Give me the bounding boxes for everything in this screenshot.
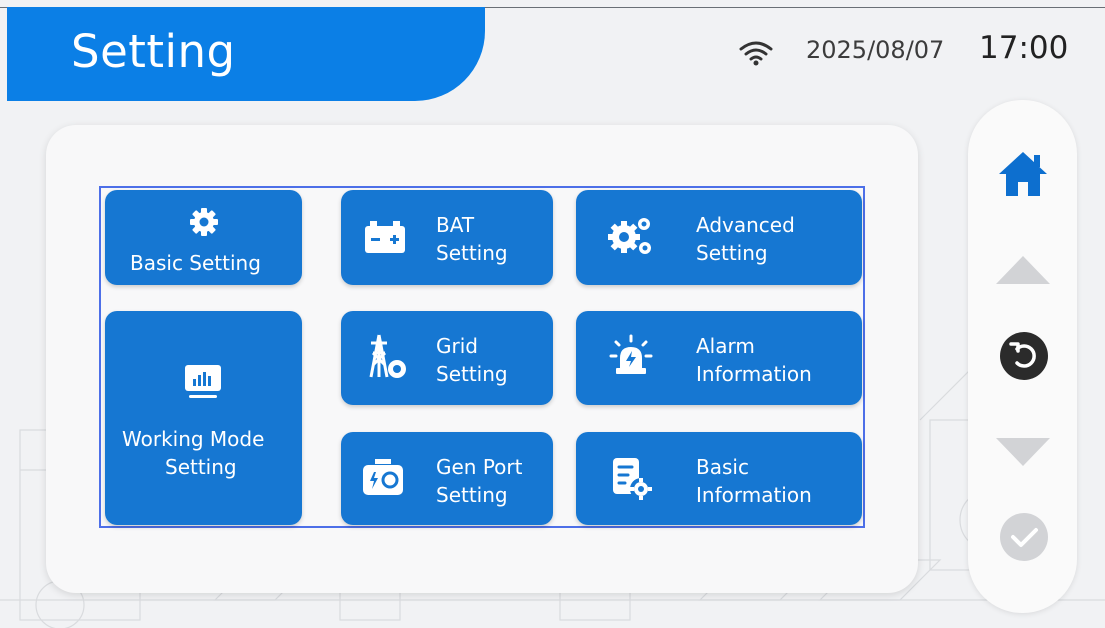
basic-information-label-line1: Basic <box>696 455 749 479</box>
basic-setting-button[interactable]: Basic Setting <box>105 190 302 285</box>
basic-information-label-line2: Information <box>696 483 812 507</box>
document-gear-icon <box>613 458 652 500</box>
arrow-up-icon[interactable] <box>994 254 1052 286</box>
working-mode-label-line2: Setting <box>165 455 237 479</box>
page-title: Setting <box>71 25 236 78</box>
back-icon[interactable] <box>999 331 1049 381</box>
date-display: 2025/08/07 <box>806 36 945 64</box>
generator-icon <box>363 459 403 495</box>
basic-setting-label: Basic Setting <box>130 251 261 275</box>
bat-setting-button[interactable]: BAT Setting <box>341 190 553 285</box>
arrow-down-icon[interactable] <box>994 436 1052 468</box>
alarm-label-line1: Alarm <box>696 334 755 358</box>
gear-icon <box>190 208 218 236</box>
working-mode-setting-button[interactable]: Working Mode Setting <box>105 311 302 525</box>
bat-label-line1: BAT <box>436 213 475 237</box>
gears-icon <box>608 218 651 254</box>
power-tower-icon <box>369 334 406 378</box>
battery-icon <box>365 221 405 253</box>
grid-label-line2: Setting <box>436 362 508 386</box>
advanced-label-line1: Advanced <box>696 213 795 237</box>
home-icon[interactable] <box>997 150 1049 198</box>
wifi-icon <box>739 41 773 66</box>
alarm-light-icon <box>609 334 653 374</box>
advanced-setting-button[interactable]: Advanced Setting <box>576 190 862 285</box>
basic-information-button[interactable]: Basic Information <box>576 432 862 525</box>
navigation-sidebar <box>968 100 1077 613</box>
chart-monitor-icon <box>185 365 221 398</box>
grid-label-line1: Grid <box>436 334 478 358</box>
alarm-label-line2: Information <box>696 362 812 386</box>
bat-label-line2: Setting <box>436 241 508 265</box>
grid-setting-button[interactable]: Grid Setting <box>341 311 553 405</box>
title-tab: Setting <box>7 7 485 101</box>
gen-port-setting-button[interactable]: Gen Port Setting <box>341 432 553 525</box>
time-display: 17:00 <box>979 30 1069 66</box>
advanced-label-line2: Setting <box>696 241 768 265</box>
confirm-icon[interactable] <box>999 512 1049 562</box>
gen-port-label-line2: Setting <box>436 483 508 507</box>
gen-port-label-line1: Gen Port <box>436 455 523 479</box>
working-mode-label-line1: Working Mode <box>122 427 265 451</box>
alarm-information-button[interactable]: Alarm Information <box>576 311 862 405</box>
